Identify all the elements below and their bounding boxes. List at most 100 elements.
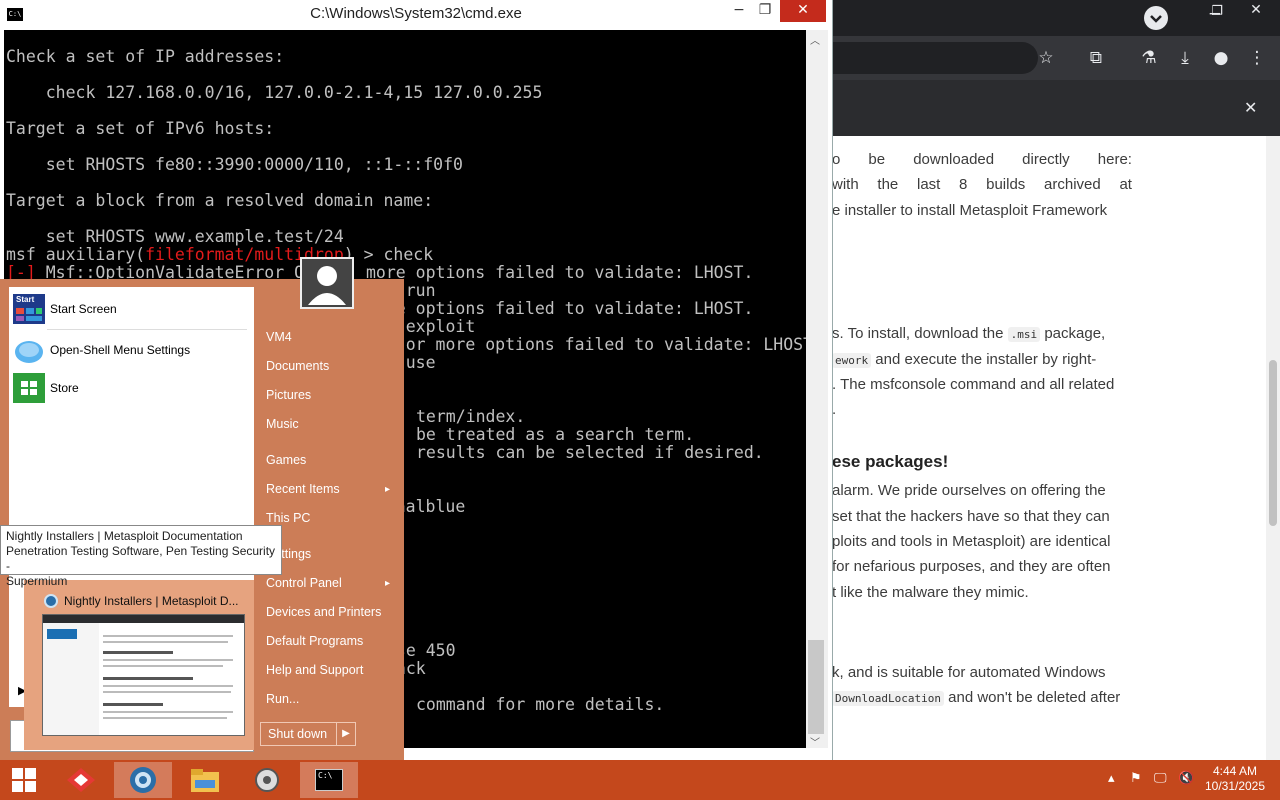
word: be [868, 151, 886, 168]
browser-window: − ❐ ✕ ☆ ⧉ ⚗ ⤓ ● ⋮ ✕ o be downloaded dire… [832, 0, 1280, 760]
text-line: ework and execute the installer by right… [832, 350, 1132, 371]
close-icon: ✕ [797, 2, 809, 18]
taskbar-app-file-explorer[interactable] [176, 762, 234, 798]
close-icon: ✕ [1244, 98, 1258, 117]
text: s. To install, download the [832, 325, 1008, 342]
pinned-label: Open-Shell Menu Settings [50, 343, 191, 357]
text-line: t like the malware they mimic. [832, 584, 1029, 601]
prompt-command: ) > check [343, 245, 434, 264]
minimize-icon: − [733, 2, 745, 18]
pinned-openshell-settings[interactable]: Open-Shell Menu Settings [13, 334, 190, 366]
restore-icon[interactable]: ❐ [1206, 2, 1228, 22]
terminal-prompt: msf auxiliary(fileformat/multidrop) > ch… [6, 246, 433, 264]
text-line: k, and is suitable for automated Windows [832, 664, 1106, 681]
clock-time: 4:44 AM [1212, 764, 1258, 778]
menu-item-documents[interactable]: Documents [266, 359, 329, 373]
menu-item-pictures[interactable]: Pictures [266, 388, 311, 402]
section-heading: ese packages! [832, 452, 949, 471]
menu-item-this-pc[interactable]: This PC [266, 511, 310, 525]
start-button[interactable] [0, 762, 48, 798]
close-icon: ✕ [1250, 2, 1262, 18]
folder-icon [191, 769, 219, 792]
menu-kebab-icon[interactable]: ⋮ [1246, 48, 1268, 68]
menu-item-music[interactable]: Music [266, 417, 299, 431]
text-line: o be downloaded directly here: [832, 150, 1132, 170]
text-line: e installer to install Metasploit Framew… [832, 202, 1108, 219]
word: builds [986, 176, 1026, 193]
extensions-icon[interactable]: ⧉ [1085, 48, 1107, 68]
chevron-right-icon: ▶ [342, 728, 350, 739]
window-title: C:\Windows\System32\cmd.exe [310, 5, 522, 22]
clock-date: 10/31/2025 [1204, 779, 1266, 793]
shutdown-options-button[interactable]: ▶ [336, 722, 356, 746]
store-icon [13, 373, 45, 403]
terminal-line: set RHOSTS www.example.test/24 [6, 227, 344, 246]
word: here: [1097, 151, 1132, 168]
network-icon[interactable]: 🖵 [1154, 771, 1167, 786]
browser-icon [130, 767, 156, 793]
word: o [832, 151, 841, 168]
terminal-line: results can be selected if desired. [416, 443, 764, 462]
pinned-label: Start Screen [50, 302, 117, 316]
inline-code: DownloadLocation [832, 691, 944, 706]
action-center-flag-icon[interactable]: ⚑ [1130, 771, 1142, 786]
user-avatar[interactable] [300, 257, 354, 309]
menu-item-vm4[interactable]: VM4 [266, 330, 292, 344]
taskbar-app-settings[interactable] [238, 762, 296, 798]
menu-item-help-support[interactable]: Help and Support [266, 663, 363, 677]
maximize-button[interactable]: ❐ [752, 0, 778, 22]
profile-icon[interactable]: ● [1210, 48, 1232, 68]
notification-bar [832, 80, 1280, 136]
restore-icon: ❐ [758, 2, 772, 18]
menu-item-games[interactable]: Games [266, 453, 306, 467]
inline-code: .msi [1007, 327, 1041, 342]
tooltip-line: Nightly Installers | Metasploit Document… [6, 529, 243, 543]
text-line: set that the hackers have so that they c… [832, 508, 1110, 525]
inline-code: ework [832, 353, 872, 368]
labs-flask-icon[interactable]: ⚗ [1138, 48, 1160, 68]
terminal-line: term/index. [416, 407, 526, 426]
scrollbar-thumb[interactable] [808, 640, 824, 734]
terminal-line: Target a set of IPv6 hosts: [6, 119, 275, 138]
system-clock[interactable]: 4:44 AM 10/31/2025 [1198, 764, 1272, 794]
scroll-up-icon[interactable]: ︿ [810, 32, 820, 47]
menu-item-recent-items[interactable]: Recent Items [266, 482, 340, 496]
word: 8 [959, 176, 968, 193]
browser-favicon-icon [44, 594, 58, 608]
scrollbar-thumb[interactable] [1269, 360, 1277, 526]
text-line: . The msfconsole command and all related [832, 376, 1115, 393]
tooltip-line: Supermium [6, 574, 68, 588]
terminal-line: be treated as a search term. [416, 425, 695, 444]
menu-item-devices-printers[interactable]: Devices and Printers [266, 605, 381, 619]
text-line: for nefarious purposes, and they are oft… [832, 558, 1111, 575]
notification-close-button[interactable]: ✕ [1244, 98, 1257, 117]
metasploit-icon [67, 768, 95, 792]
menu-item-default-programs[interactable]: Default Programs [266, 634, 363, 648]
download-icon[interactable]: ⤓ [1174, 48, 1196, 68]
scroll-down-icon[interactable]: ﹀ [810, 734, 820, 749]
browser-close-button[interactable]: ✕ [1232, 0, 1280, 22]
text-line: s. To install, download the .msi package… [832, 324, 1132, 345]
word: last [916, 176, 941, 193]
thumbnail-image [42, 614, 245, 736]
minimize-button[interactable]: − [724, 0, 754, 22]
text-line: DownloadLocation and won't be deleted af… [832, 688, 1132, 709]
taskbar-app-browser[interactable] [114, 762, 172, 798]
taskbar-app-metasploit[interactable] [52, 762, 110, 798]
word: at [1119, 176, 1132, 193]
pinned-store[interactable]: Store [13, 372, 79, 404]
address-bar[interactable] [832, 42, 1038, 74]
menu-item-run[interactable]: Run... [266, 692, 299, 706]
show-hidden-icons-button[interactable]: ▴ [1108, 771, 1115, 786]
chevron-down-icon [1150, 15, 1162, 23]
pinned-start-screen[interactable]: Start Start Screen [13, 293, 117, 325]
word: directly [1022, 151, 1070, 168]
taskbar-app-cmd[interactable]: C:\ [300, 762, 358, 798]
tab-search-button[interactable] [1144, 6, 1168, 30]
word: archived [1044, 176, 1101, 193]
close-button[interactable]: ✕ [780, 0, 826, 22]
gear-icon [255, 768, 279, 792]
star-icon[interactable]: ☆ [1035, 48, 1057, 68]
menu-item-control-panel[interactable]: Control Panel [266, 576, 342, 590]
volume-muted-icon[interactable]: 🔇 [1178, 771, 1194, 786]
